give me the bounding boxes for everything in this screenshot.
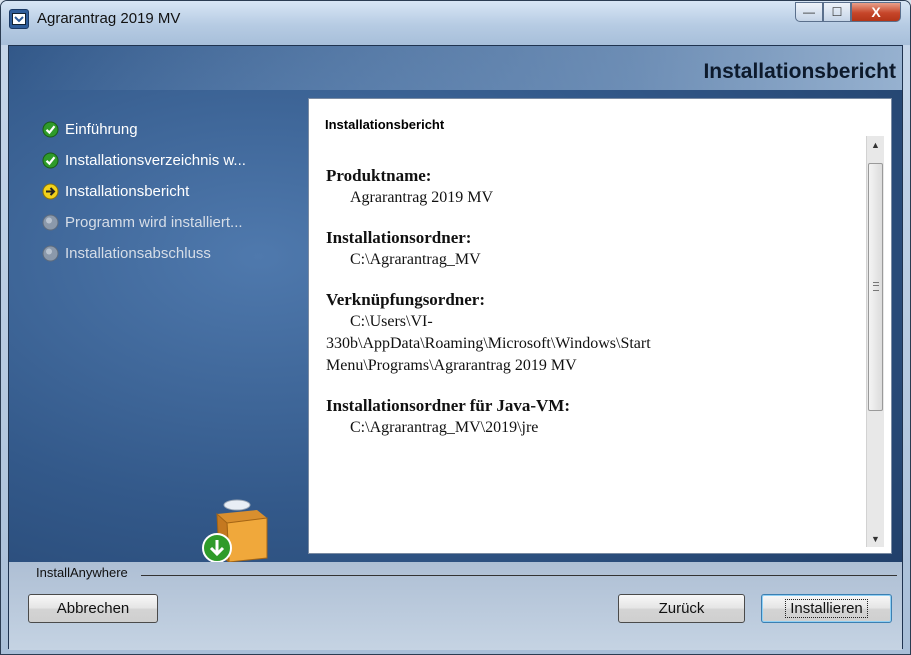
pending-circle-icon: [42, 214, 59, 231]
report-heading: Installationsbericht: [325, 117, 445, 132]
step-label: Programm wird installiert...: [65, 214, 243, 231]
page-title: Installationsbericht: [703, 60, 896, 83]
cancel-button[interactable]: Abbrechen: [28, 594, 158, 623]
window-title: Agrarantrag 2019 MV: [37, 10, 181, 27]
scroll-up-icon[interactable]: ▲: [867, 136, 884, 153]
title-bar[interactable]: Agrarantrag 2019 MV — ☐ X: [1, 1, 910, 45]
scrollbar-thumb[interactable]: [868, 163, 883, 411]
install-box-icon: [202, 499, 268, 564]
check-icon: [42, 152, 59, 169]
minimize-button[interactable]: —: [795, 2, 823, 22]
arrow-right-icon: [42, 183, 59, 200]
step-list: Einführung Installationsverzeichnis w...…: [42, 114, 246, 269]
jvm-dir-value: C:\Agrarantrag_MV\2019\jre: [350, 419, 539, 436]
grip-icon: [873, 282, 879, 291]
step-item-finish: Installationsabschluss: [42, 238, 246, 269]
check-icon: [42, 121, 59, 138]
maximize-button[interactable]: ☐: [823, 2, 851, 22]
product-name-label: Produktname:: [326, 166, 432, 185]
back-button[interactable]: Zurück: [618, 594, 745, 623]
app-icon: [9, 9, 29, 29]
brand-label: InstallAnywhere: [36, 565, 128, 580]
scroll-down-icon[interactable]: ▼: [867, 530, 884, 547]
shortcut-dir-label: Verknüpfungsordner:: [326, 290, 486, 309]
install-button-label: Installieren: [785, 599, 868, 618]
installer-client: Installationsbericht Einführung Installa…: [8, 45, 903, 650]
product-name-value: Agrarantrag 2019 MV: [350, 189, 494, 206]
shortcut-dir-value-line: 330b\AppData\Roaming\Microsoft\Windows\S…: [326, 335, 651, 352]
install-dir-label: Installationsordner:: [326, 228, 472, 247]
step-label: Einführung: [65, 121, 138, 138]
report-content: Produktname: Agrarantrag 2019 MV Install…: [326, 136, 856, 541]
step-item-installing: Programm wird installiert...: [42, 207, 246, 238]
jvm-dir-label: Installationsordner für Java-VM:: [326, 396, 570, 415]
step-item-report: Installationsbericht: [42, 176, 246, 207]
step-label: Installationsbericht: [65, 183, 190, 200]
install-dir-value: C:\Agrarantrag_MV: [350, 251, 481, 268]
pending-circle-icon: [42, 245, 59, 262]
window-controls: — ☐ X: [795, 2, 901, 24]
step-item-directory: Installationsverzeichnis w...: [42, 145, 246, 176]
installer-window: Agrarantrag 2019 MV — ☐ X Installationsb…: [0, 0, 911, 655]
shortcut-dir-value-line: C:\Users\VI-: [350, 313, 433, 330]
install-button[interactable]: Installieren: [761, 594, 892, 623]
close-button[interactable]: X: [851, 2, 901, 22]
step-item-intro: Einführung: [42, 114, 246, 145]
step-label: Installationsverzeichnis w...: [65, 152, 246, 169]
vertical-scrollbar[interactable]: ▲ ▼: [866, 136, 884, 547]
shortcut-dir-value-line: Menu\Programs\Agrarantrag 2019 MV: [326, 357, 577, 374]
step-label: Installationsabschluss: [65, 245, 211, 262]
report-panel: Installationsbericht Produktname: Agrara…: [308, 98, 892, 554]
footer-divider: [141, 575, 897, 576]
